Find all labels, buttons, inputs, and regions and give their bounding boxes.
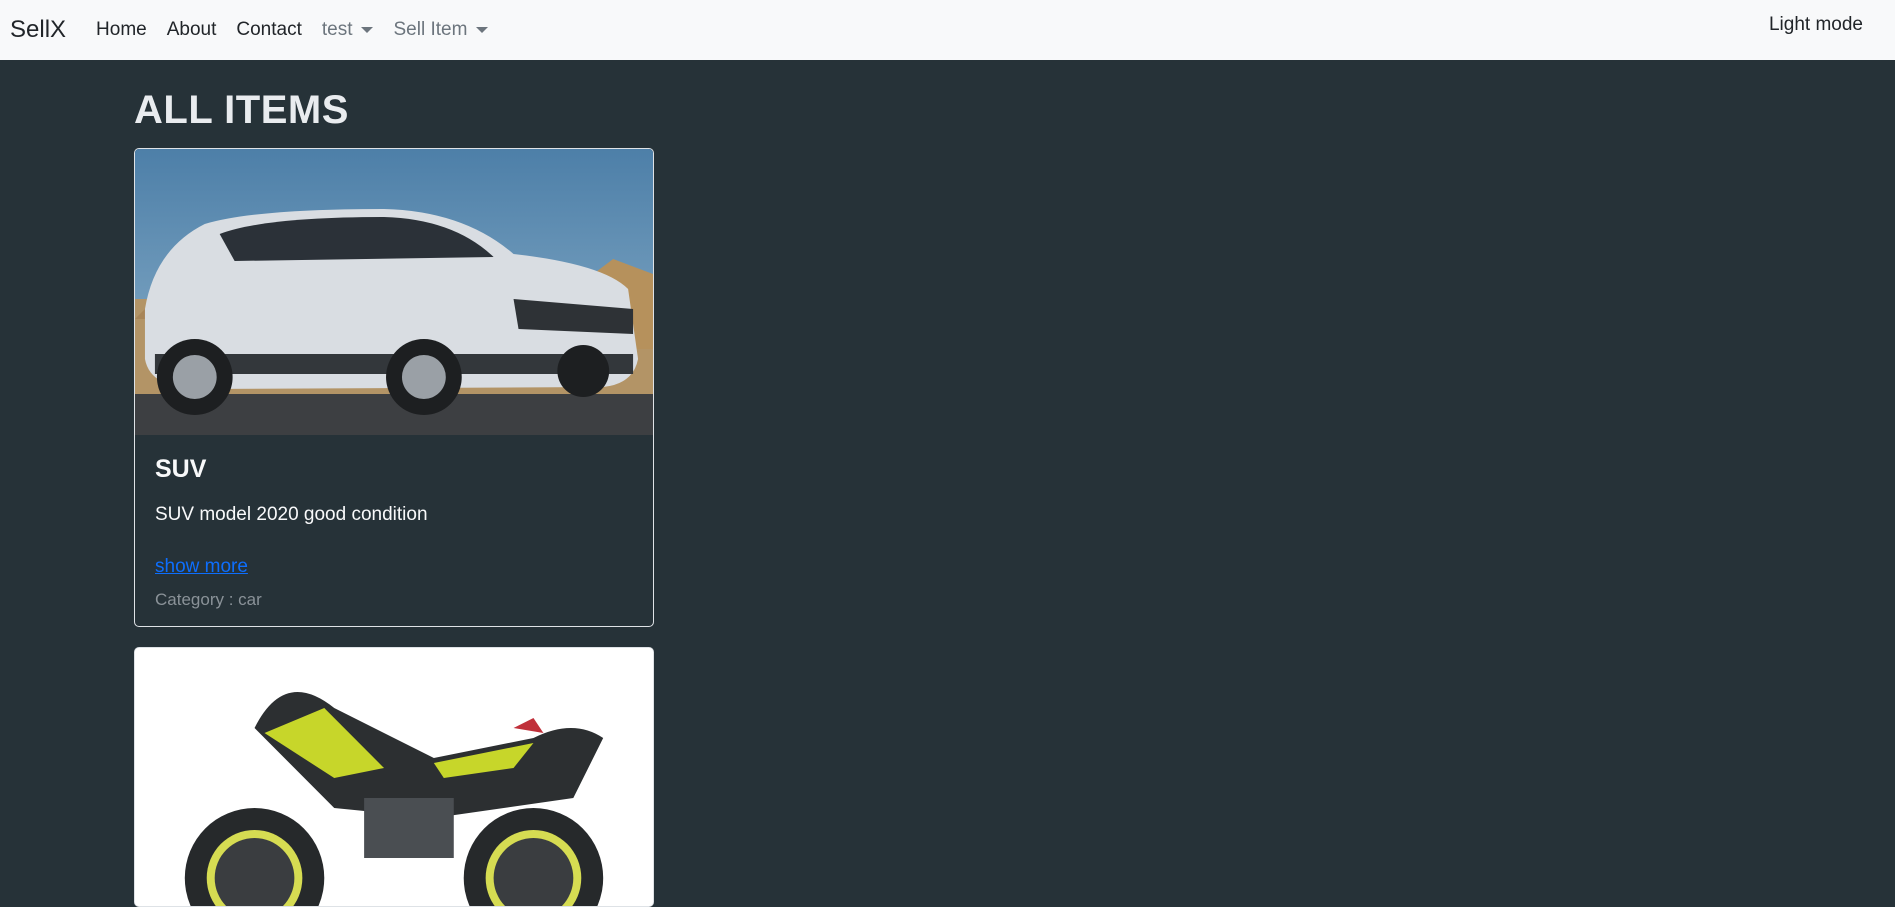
item-description: SUV model 2020 good condition (155, 504, 428, 525)
motorcycle-image (135, 648, 653, 906)
caret-down-icon (361, 27, 374, 33)
nav-dropdown-sell-item-label: Sell Item (393, 19, 468, 40)
light-mode-toggle[interactable]: Light mode (1769, 14, 1863, 36)
page-title: ALL ITEMS (134, 88, 349, 132)
nav-dropdown-test[interactable]: test (322, 19, 374, 41)
item-category: Category : car (155, 590, 262, 609)
item-title: SUV (155, 455, 207, 483)
suv-image (135, 149, 653, 435)
item-card: SUV SUV model 2020 good condition show m… (134, 148, 654, 627)
nav-about[interactable]: About (167, 19, 217, 41)
nav-home[interactable]: Home (96, 19, 147, 41)
nav-dropdown-test-label: test (321, 19, 353, 40)
caret-down-icon (476, 27, 489, 33)
item-card (134, 647, 654, 907)
nav-contact[interactable]: Contact (236, 19, 301, 41)
brand-logo[interactable]: SellX (10, 16, 66, 44)
nav-dropdown-sell-item[interactable]: Sell Item (393, 19, 489, 41)
card-body: SUV SUV model 2020 good condition show m… (135, 435, 653, 626)
show-more-link[interactable]: show more (155, 556, 248, 578)
navbar: SellX Home About Contact test Sell Item … (0, 0, 1895, 60)
